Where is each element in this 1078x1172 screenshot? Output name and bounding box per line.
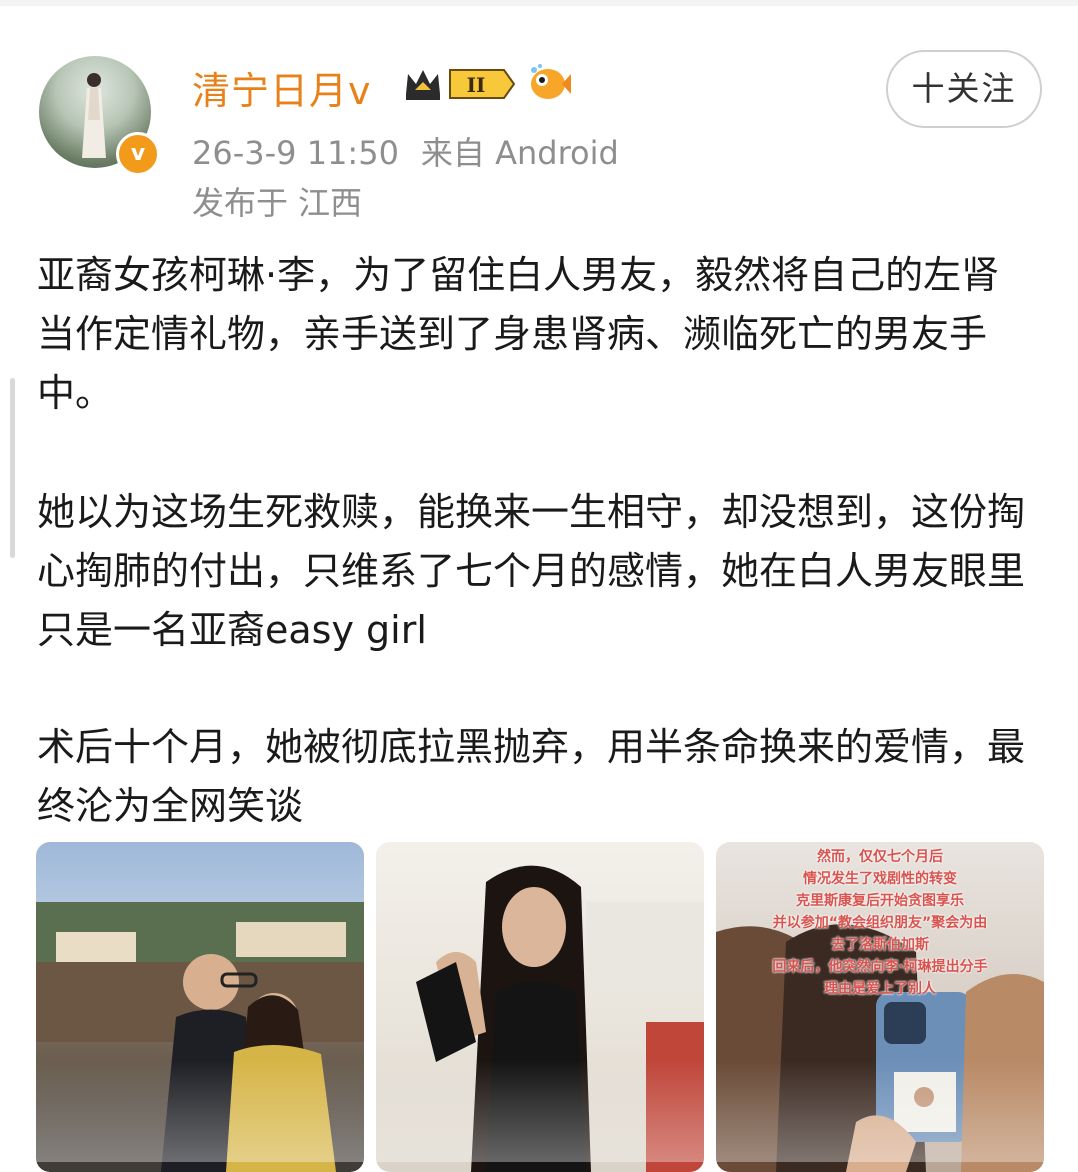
scrollbar[interactable] [10,378,15,558]
post-paragraph: 术后十个月，她被彻底拉黑抛弃，用半条命换来的爱情，最终沦为全网笑谈 [37,725,1026,828]
post-meta: 26-3-9 11:50 来自 Android [192,128,619,174]
post-image-3[interactable]: 然而，仅仅七个月后 情况发生了戏剧性的转变 克里斯康复后开始贪图享乐 并以参加“… [716,842,1044,1172]
level-badge-text: II [467,73,486,97]
follow-button[interactable]: 十关注 [886,50,1042,128]
post-source: 来自 Android [420,134,619,172]
overlay-line: 回来后，他突然向李·柯琳提出分手 [772,959,988,975]
fish-icon[interactable] [526,62,572,104]
image-outdoor-couple [36,902,364,1172]
verified-icon: v [116,132,160,176]
avatar-figure [82,73,106,158]
post-location: 发布于 江西 [192,184,363,222]
overlay-line: 并以参加“教会组织朋友”聚会为由 [772,915,988,931]
crown-icon[interactable] [402,64,444,104]
post-paragraph: 亚裔女孩柯琳·李，为了留住白人男友，毅然将自己的左肾当作定情礼物，亲手送到了身患… [37,253,1000,415]
overlay-line: 克里斯康复后开始贪图享乐 [796,893,964,909]
image-woman-portrait [416,865,704,1172]
overlay-line: 情况发生了戏剧性的转变 [803,871,957,887]
image-overlay-caption: 然而，仅仅七个月后 情况发生了戏剧性的转变 克里斯康复后开始贪图享乐 并以参加“… [716,846,1044,1000]
level-badge-icon[interactable]: II [446,66,518,102]
post-timestamp: 26-3-9 11:50 [192,134,399,172]
top-divider [0,0,1078,6]
overlay-line: 然而，仅仅七个月后 [817,849,943,865]
post-image-2[interactable] [376,842,704,1172]
overlay-line: 理由是爱上了别人 [824,981,936,997]
post-image-1[interactable] [36,842,364,1172]
overlay-line: 去了洛斯伯加斯 [831,937,929,953]
username[interactable]: 清宁日月v [192,60,372,115]
post-paragraph: 她以为这场生死救赎，能换来一生相守，却没想到，这份掏心掏肺的付出，只维系了七个月… [37,490,1026,652]
